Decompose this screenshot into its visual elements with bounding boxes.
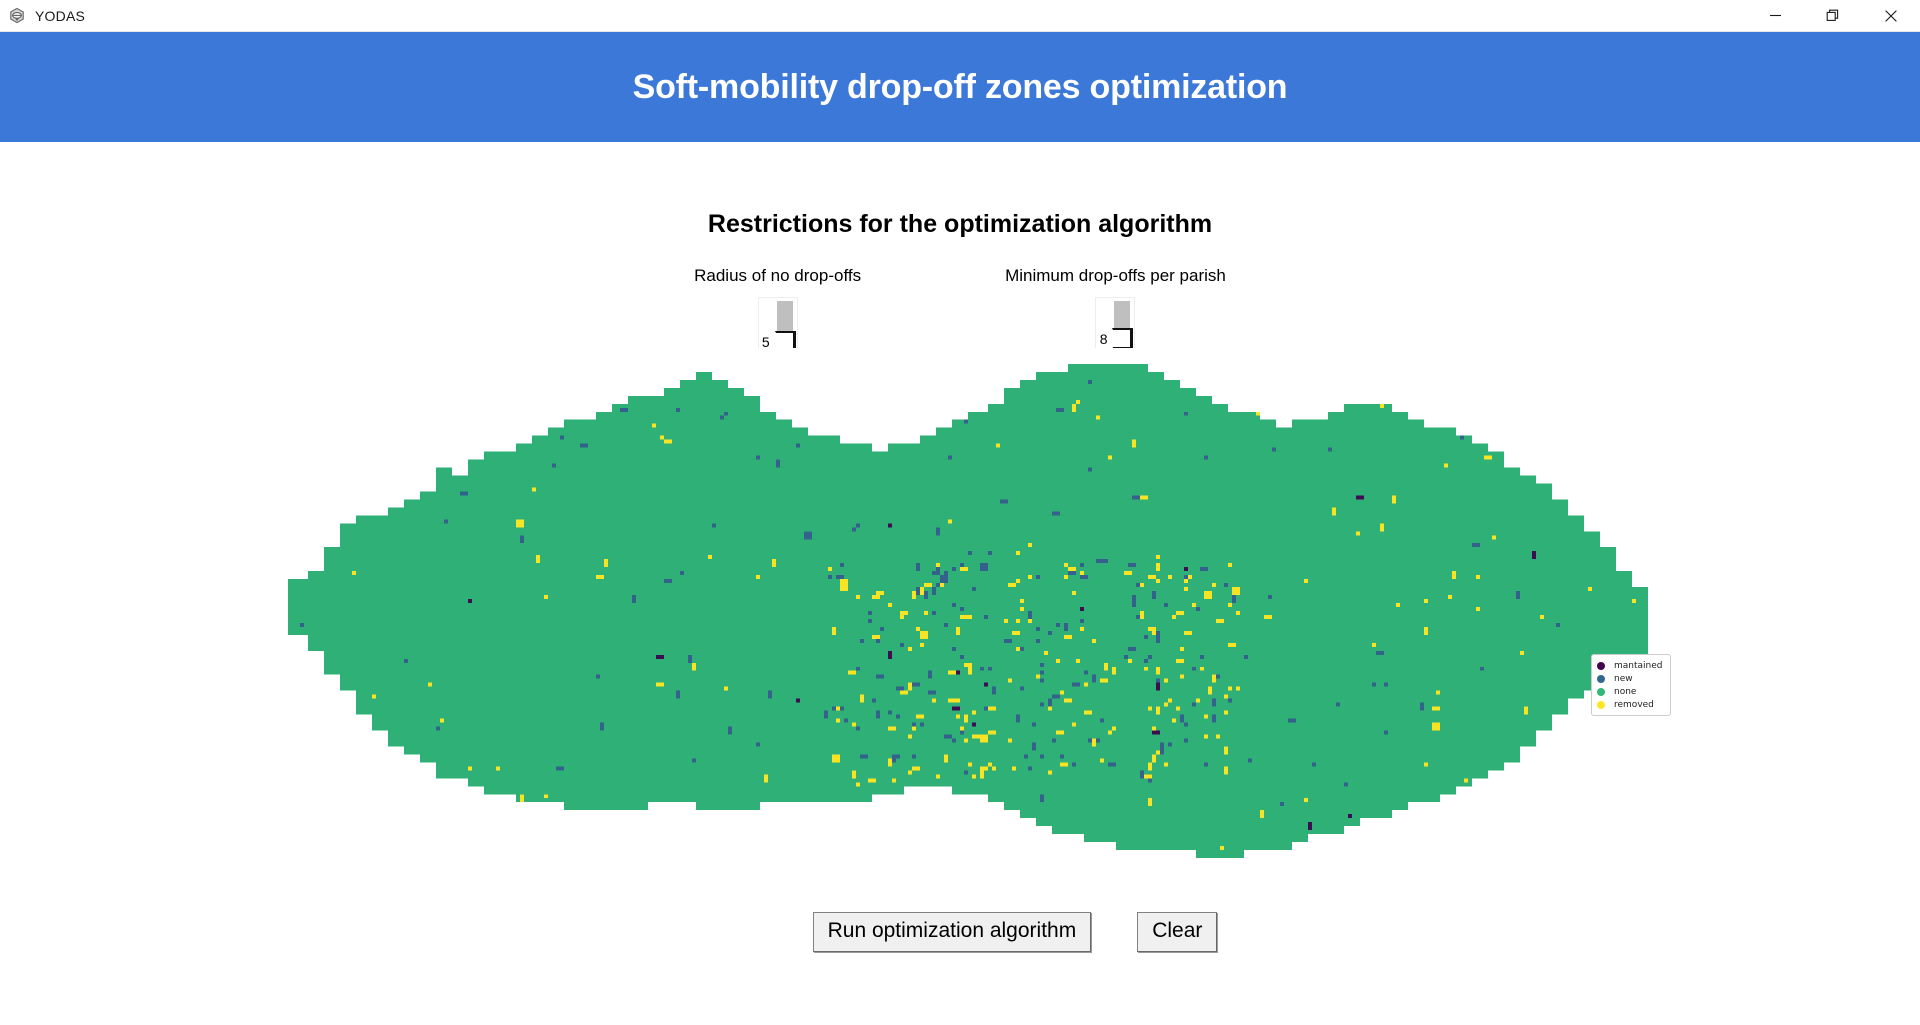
- legend-item: removed: [1597, 698, 1663, 711]
- clear-button[interactable]: Clear: [1137, 912, 1218, 953]
- action-buttons: Run optimization algorithm Clear: [0, 912, 1920, 953]
- dropoff-zones-map[interactable]: [0, 348, 1920, 858]
- run-optimization-algorithm-button[interactable]: Run optimization algorithm: [812, 912, 1092, 953]
- legend-item: mantained: [1597, 659, 1663, 672]
- slider-value-minimum: 8: [1099, 331, 1108, 347]
- minimize-button[interactable]: [1746, 0, 1804, 32]
- header-banner: Soft-mobility drop-off zones optimizatio…: [0, 32, 1920, 142]
- legend-item: new: [1597, 672, 1663, 685]
- close-button[interactable]: [1862, 0, 1920, 32]
- map-plot-area: mantained new none removed: [0, 348, 1920, 858]
- window-titlebar: YODAS: [0, 0, 1920, 32]
- legend-label: new: [1614, 673, 1633, 684]
- map-legend: mantained new none removed: [1591, 654, 1671, 716]
- main-content: Restrictions for the optimization algori…: [0, 142, 1920, 1025]
- slider-label-radius: Radius of no drop-offs: [694, 266, 862, 285]
- legend-label: none: [1614, 686, 1637, 697]
- app-title: YODAS: [35, 7, 86, 24]
- legend-item: none: [1597, 685, 1663, 698]
- maximize-button[interactable]: [1804, 0, 1862, 32]
- legend-swatch-new: [1597, 674, 1605, 683]
- slider-label-minimum: Minimum drop-offs per parish: [1005, 266, 1226, 285]
- legend-label: removed: [1614, 699, 1654, 710]
- legend-swatch-none: [1597, 687, 1605, 696]
- turtle-logo-icon: [7, 6, 27, 26]
- window-controls: [1746, 0, 1920, 32]
- section-heading: Restrictions for the optimization algori…: [707, 210, 1213, 238]
- legend-label: mantained: [1614, 660, 1663, 671]
- page-title: Soft-mobility drop-off zones optimizatio…: [632, 67, 1288, 106]
- legend-swatch-removed: [1597, 700, 1605, 709]
- slider-thumb[interactable]: [1112, 328, 1134, 350]
- legend-swatch-mantained: [1597, 661, 1605, 670]
